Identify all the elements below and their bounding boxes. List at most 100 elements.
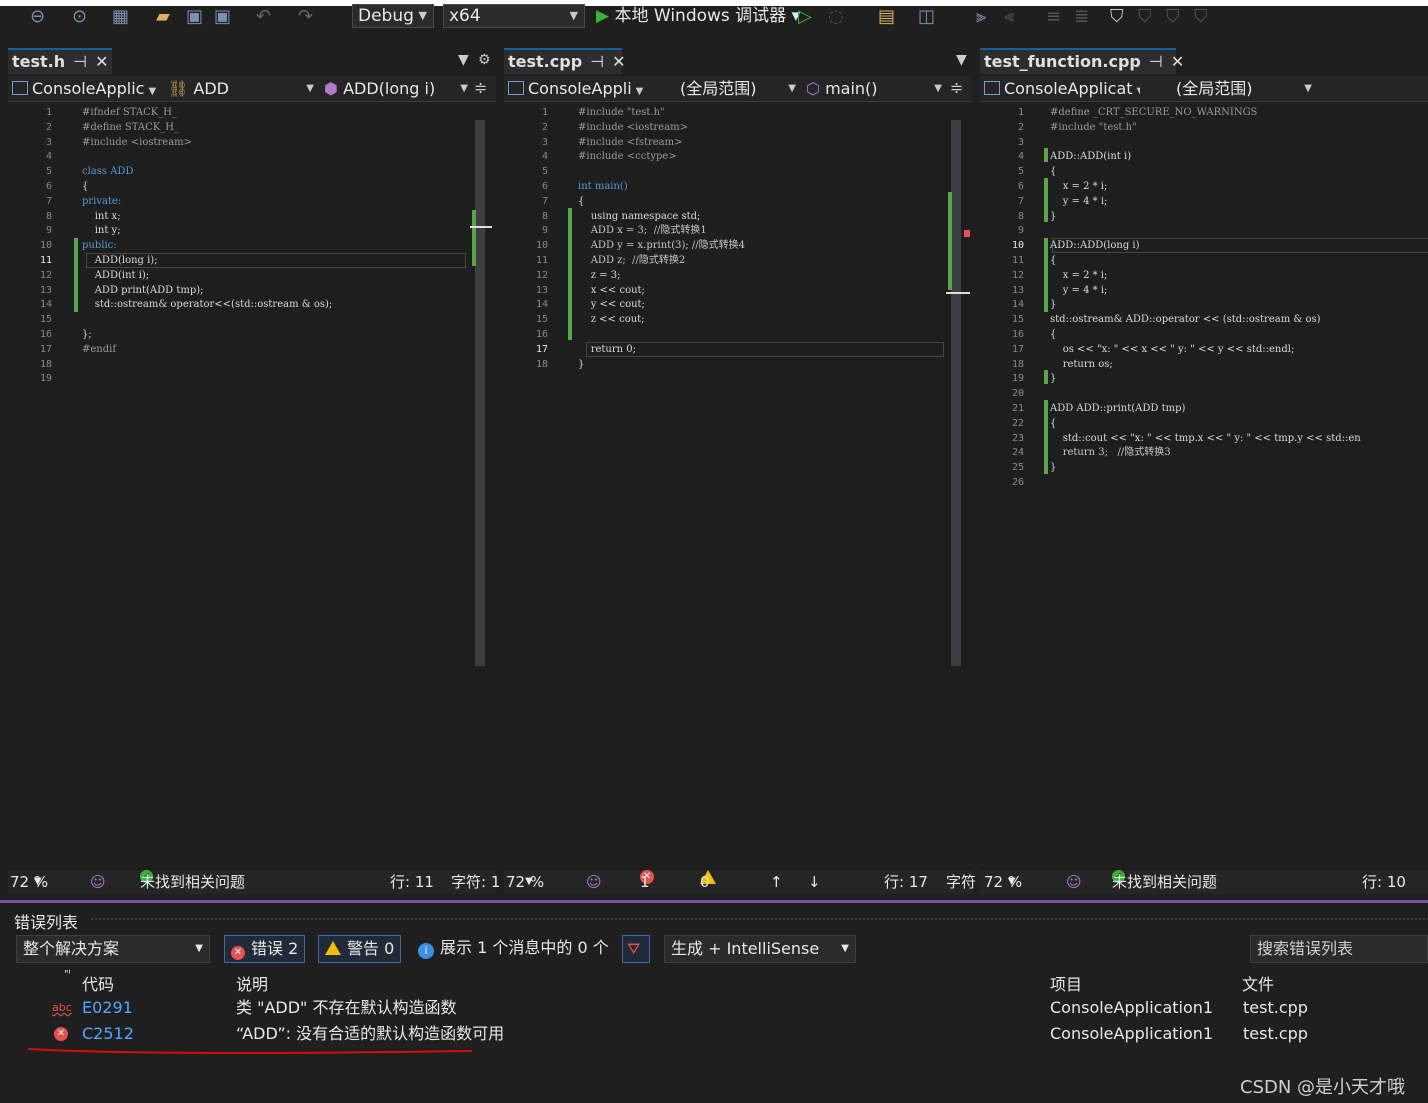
messages-filter-button[interactable]: i 展示 1 个消息中的 0 个 bbox=[418, 935, 609, 963]
code-line[interactable]: ADD::ADD(int i) bbox=[1050, 150, 1361, 165]
code-line[interactable]: private: bbox=[82, 195, 332, 210]
column-project[interactable]: 项目 bbox=[1050, 971, 1082, 995]
panel-grip[interactable] bbox=[90, 917, 1428, 921]
code-line[interactable]: #define _CRT_SECURE_NO_WARNINGS bbox=[1050, 106, 1361, 121]
scroll-thumb[interactable] bbox=[951, 120, 961, 666]
filter-icon[interactable]: ⛛ bbox=[622, 935, 650, 963]
error-row[interactable]: abc E0291 类 "ADD" 不存在默认构造函数 ConsoleAppli… bbox=[0, 995, 1428, 1021]
code-line[interactable]: { bbox=[1050, 254, 1361, 269]
code-editor[interactable]: 1 2 3 4 5 6 7 8 9 10 11 12 13 14 15 16 17 18 19 20 21 22 23 24 2… bbox=[980, 104, 1428, 870]
code-line[interactable]: { bbox=[82, 180, 332, 195]
code-line[interactable]: z << cout; bbox=[578, 313, 745, 328]
code-line[interactable]: y = 4 * i; bbox=[1050, 195, 1361, 210]
zoom-select[interactable]: 72 % ▼ bbox=[984, 870, 1022, 894]
code-editor[interactable]: 1 2 3 4 5 6 7 8 9 10 11 12 13 14 15 16 17 18 19 #ifndef ST… bbox=[8, 104, 496, 870]
code-line[interactable] bbox=[82, 150, 332, 165]
code-line[interactable]: } bbox=[1050, 210, 1361, 225]
tab-dropdown-icon[interactable]: ▼ bbox=[956, 52, 967, 68]
sort-icon[interactable]: "ᑊ bbox=[64, 969, 71, 980]
code-line[interactable]: class ADD bbox=[82, 165, 332, 180]
code-line[interactable]: ADD print(ADD tmp); bbox=[82, 284, 332, 299]
code-line[interactable]: #include <cctype> bbox=[578, 150, 745, 165]
code-line[interactable]: y = 4 * i; bbox=[1050, 284, 1361, 299]
tab-dropdown-icon[interactable]: ▼ bbox=[458, 52, 469, 68]
code-line[interactable]: } bbox=[1050, 298, 1361, 313]
code-line[interactable] bbox=[1050, 476, 1361, 491]
code-line[interactable]: x << cout; bbox=[578, 284, 745, 299]
platform-select[interactable]: x64 ▼ bbox=[443, 4, 585, 28]
refresh-icon[interactable]: ◌ bbox=[828, 6, 844, 28]
uncomment-icon[interactable]: ≣ bbox=[1074, 6, 1089, 28]
indent-icon[interactable]: ⫸ bbox=[976, 6, 986, 28]
code-line[interactable]: y << cout; bbox=[578, 298, 745, 313]
code-line[interactable]: ADD(int i); bbox=[82, 269, 332, 284]
code-line[interactable]: { bbox=[1050, 328, 1361, 343]
bookmark-clear-icon[interactable]: ⛉ bbox=[1194, 6, 1208, 28]
warnings-filter-button[interactable]: 警告 0 bbox=[318, 935, 402, 963]
member-dropdown[interactable]: ⬡ main() ▼ bbox=[806, 78, 944, 100]
undo-icon[interactable]: ↶ bbox=[256, 6, 271, 28]
config-select[interactable]: Debug ▼ bbox=[352, 4, 434, 28]
code-text[interactable]: #define _CRT_SECURE_NO_WARNINGS #include … bbox=[1050, 106, 1361, 491]
code-line[interactable]: }; bbox=[82, 328, 332, 343]
code-line[interactable]: os << "x: " << x << " y: " << y << std::… bbox=[1050, 343, 1361, 358]
code-line[interactable]: ADD::ADD(long i) bbox=[1050, 239, 1361, 254]
code-line[interactable]: ADD(long i); bbox=[82, 254, 332, 269]
code-line[interactable]: using namespace std; bbox=[578, 210, 745, 225]
code-line[interactable]: x = 2 * i; bbox=[1050, 180, 1361, 195]
bookmark-icon[interactable]: ⛉ bbox=[1110, 6, 1124, 28]
code-text[interactable]: #ifndef STACK_H_ #define STACK_H_ #include… bbox=[82, 106, 332, 387]
code-line[interactable]: z = 3; bbox=[578, 269, 745, 284]
code-line[interactable]: #include <iostream> bbox=[578, 121, 745, 136]
start-without-debug-icon[interactable]: ▷ bbox=[798, 6, 812, 28]
scope-select[interactable]: 整个解决方案 ▼ bbox=[16, 935, 210, 963]
code-text[interactable]: #include "test.h" #include <iostream> #inc… bbox=[578, 106, 745, 372]
start-debug-button[interactable]: ▶ 本地 Windows 调试器 ▾ bbox=[596, 5, 800, 27]
tab-test-function-cpp[interactable]: test_function.cpp ⊣ ✕ bbox=[980, 48, 1184, 74]
copilot-icon[interactable]: ☺ bbox=[1066, 870, 1082, 894]
code-line[interactable]: ADD y = x.print(3); //隐式转换4 bbox=[578, 239, 745, 254]
code-line[interactable]: #ifndef STACK_H_ bbox=[82, 106, 332, 121]
code-line[interactable]: public: bbox=[82, 239, 332, 254]
pin-icon[interactable]: ⊣ bbox=[590, 52, 604, 71]
code-editor[interactable]: 1 2 3 4 5 6 7 8 9 10 11 12 13 14 15 16 17 18 #include "te… bbox=[504, 104, 972, 870]
outdent-icon[interactable]: ⫷ bbox=[1004, 6, 1014, 28]
error-code[interactable]: E0291 bbox=[82, 995, 133, 1021]
code-line[interactable]: ADD z; //隐式转换2 bbox=[578, 254, 745, 269]
new-project-icon[interactable]: ▦ bbox=[112, 6, 129, 28]
bookmark-prev-icon[interactable]: ⛉ bbox=[1138, 6, 1152, 28]
close-icon[interactable]: ✕ bbox=[95, 52, 108, 71]
layout-icon[interactable]: ◫ bbox=[918, 6, 935, 28]
vertical-scrollbar[interactable] bbox=[946, 106, 970, 866]
project-dropdown[interactable]: ConsoleApplicat ▼ bbox=[984, 78, 1140, 100]
code-line[interactable] bbox=[1050, 224, 1361, 239]
gear-icon[interactable]: ⚙ bbox=[478, 52, 491, 68]
code-line[interactable]: return os; bbox=[1050, 358, 1361, 373]
pin-icon[interactable]: ⊣ bbox=[1149, 52, 1163, 71]
code-line[interactable]: int main() bbox=[578, 180, 745, 195]
code-line[interactable]: #include "test.h" bbox=[578, 106, 745, 121]
code-line[interactable]: #include <iostream> bbox=[82, 136, 332, 151]
scroll-thumb[interactable] bbox=[475, 120, 485, 666]
close-icon[interactable]: ✕ bbox=[1171, 52, 1184, 71]
code-line[interactable]: } bbox=[578, 358, 745, 373]
code-line[interactable]: } bbox=[1050, 372, 1361, 387]
bookmark-next-icon[interactable]: ⛉ bbox=[1166, 6, 1180, 28]
code-line[interactable]: #define STACK_H_ bbox=[82, 121, 332, 136]
code-line[interactable] bbox=[82, 372, 332, 387]
code-line[interactable]: ADD ADD::print(ADD tmp) bbox=[1050, 402, 1361, 417]
code-line[interactable]: #include "test.h" bbox=[1050, 121, 1361, 136]
split-icon[interactable]: ≑ bbox=[474, 78, 487, 97]
project-dropdown[interactable]: ConsoleAppli ▼ bbox=[508, 78, 648, 100]
code-line[interactable]: int x; bbox=[82, 210, 332, 225]
code-line[interactable]: #endif bbox=[82, 343, 332, 358]
scope-dropdown[interactable]: (全局范围) ▼ bbox=[654, 78, 798, 100]
code-line[interactable] bbox=[1050, 136, 1361, 151]
tab-test-cpp[interactable]: test.cpp ⊣ ✕ bbox=[504, 48, 625, 74]
next-issue-icon[interactable]: ↓ bbox=[808, 870, 821, 894]
code-line[interactable] bbox=[1050, 387, 1361, 402]
open-folder-icon[interactable]: ▰ bbox=[156, 6, 170, 28]
back-icon[interactable]: ⊖ bbox=[30, 6, 45, 28]
code-line[interactable]: { bbox=[578, 195, 745, 210]
scope-dropdown[interactable]: (全局范围) ▼ bbox=[1148, 78, 1314, 100]
